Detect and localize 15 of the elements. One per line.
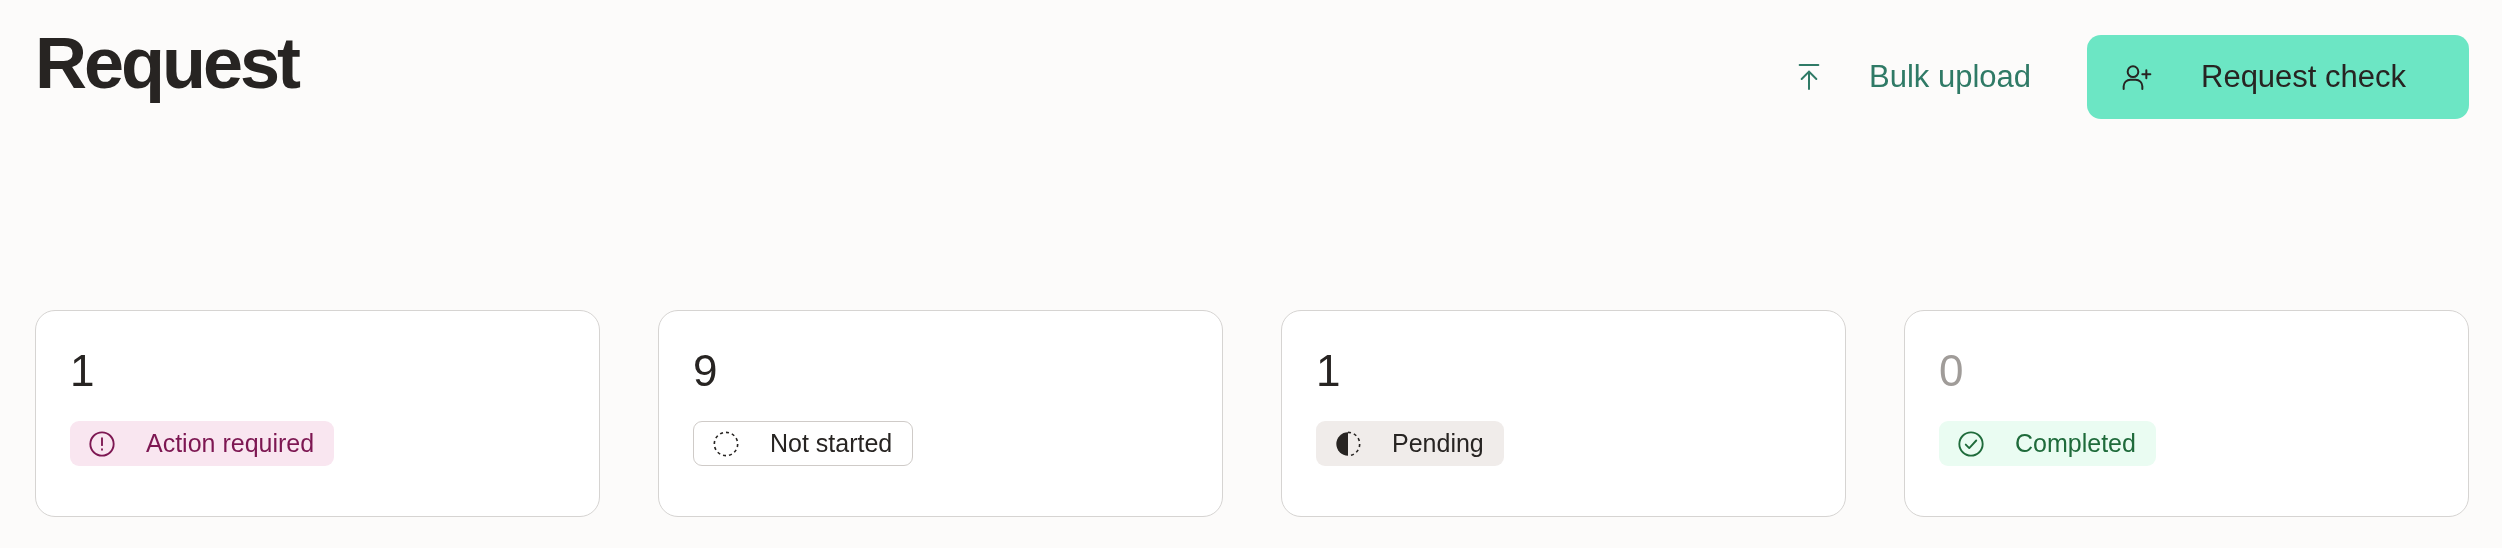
status-count: 9 xyxy=(693,349,719,393)
check-circle-icon xyxy=(1957,429,1985,458)
half-circle-icon xyxy=(1334,429,1362,458)
status-badge: Pending xyxy=(1316,421,1504,466)
status-badge: Action required xyxy=(70,421,335,466)
dashed-circle-icon xyxy=(712,429,740,458)
status-count: 1 xyxy=(70,349,96,393)
request-check-button[interactable]: Request check xyxy=(2087,35,2469,119)
alert-icon xyxy=(88,429,116,458)
status-count: 0 xyxy=(1939,349,1965,393)
bulk-upload-button[interactable]: Bulk upload xyxy=(1793,59,2031,95)
status-badge: Completed xyxy=(1939,421,2156,466)
status-count: 1 xyxy=(1316,349,1342,393)
status-badge: Not started xyxy=(693,421,914,466)
page-title: Request xyxy=(35,22,299,104)
